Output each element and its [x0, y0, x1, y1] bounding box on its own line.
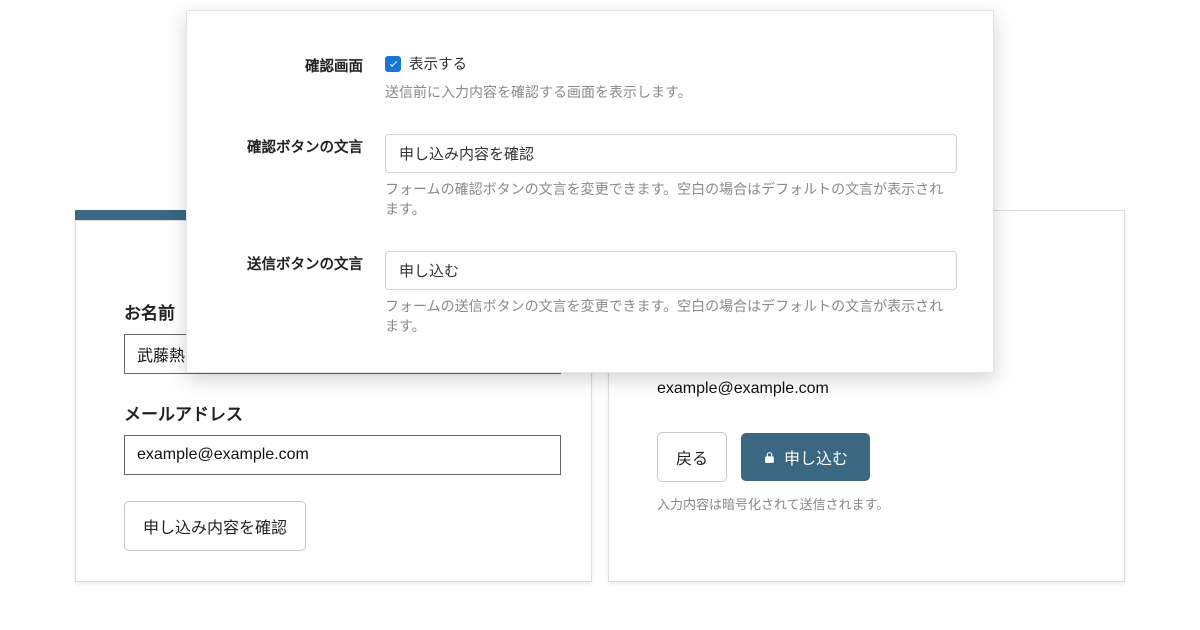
confirm-button-text-help: フォームの確認ボタンの文言を変更できます。空白の場合はデフォルトの文言が表示され… — [385, 179, 957, 219]
confirm-email-value: example@example.com — [657, 374, 1094, 404]
submit-button-text-input[interactable] — [385, 251, 957, 290]
encryption-note: 入力内容は暗号化されて送信されます。 — [657, 494, 1094, 513]
back-button[interactable]: 戻る — [657, 432, 727, 482]
confirm-screen-row: 確認画面 表示する 送信前に入力内容を確認する画面を表示します。 — [223, 53, 957, 102]
submit-button-label: 申し込む — [784, 445, 848, 469]
confirm-button-text-input[interactable] — [385, 134, 957, 173]
submit-button[interactable]: 申し込む — [741, 433, 870, 481]
email-label: メールアドレス — [124, 400, 561, 425]
lock-icon — [763, 451, 776, 464]
confirm-button-text-row: 確認ボタンの文言 フォームの確認ボタンの文言を変更できます。空白の場合はデフォル… — [223, 134, 957, 219]
confirm-button-text-label: 確認ボタンの文言 — [223, 134, 363, 157]
email-input[interactable] — [124, 435, 561, 475]
submit-button-text-row: 送信ボタンの文言 フォームの送信ボタンの文言を変更できます。空白の場合はデフォル… — [223, 251, 957, 336]
check-icon — [388, 58, 399, 69]
confirm-button-row: 戻る 申し込む — [657, 432, 1094, 482]
confirm-screen-checkbox-label: 表示する — [409, 53, 467, 74]
submit-button-text-label: 送信ボタンの文言 — [223, 251, 363, 274]
email-field-group: メールアドレス — [124, 400, 561, 475]
confirm-screen-label: 確認画面 — [223, 53, 363, 76]
confirm-screen-help: 送信前に入力内容を確認する画面を表示します。 — [385, 82, 957, 102]
confirm-button[interactable]: 申し込み内容を確認 — [124, 501, 306, 551]
submit-button-text-help: フォームの送信ボタンの文言を変更できます。空白の場合はデフォルトの文言が表示され… — [385, 296, 957, 336]
settings-card: 確認画面 表示する 送信前に入力内容を確認する画面を表示します。 確認ボタンの文… — [186, 10, 994, 373]
confirm-screen-checkbox[interactable] — [385, 56, 401, 72]
